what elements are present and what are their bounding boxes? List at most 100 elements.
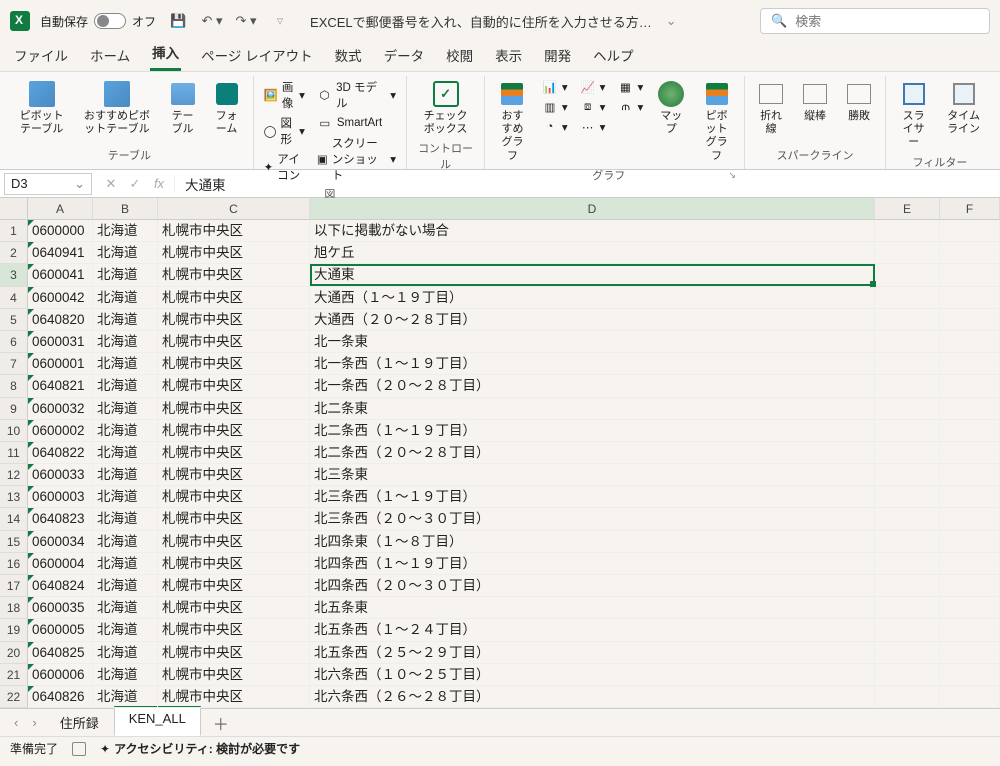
cell[interactable]: 0640825 [28, 642, 93, 664]
row-header[interactable]: 5 [0, 309, 28, 331]
sheet-tab-KEN_ALL[interactable]: KEN_ALL [114, 706, 201, 736]
cell[interactable]: 札幌市中央区 [158, 398, 310, 420]
cell[interactable]: 北海道 [93, 287, 158, 309]
redo-button[interactable]: ↷ ▾ [234, 9, 258, 33]
cell[interactable]: 0640826 [28, 686, 93, 708]
column-header-D[interactable]: D [310, 198, 875, 220]
cell[interactable] [940, 619, 1000, 641]
cell[interactable]: 北三条東 [310, 464, 875, 486]
cell[interactable]: 大通東 [310, 264, 875, 286]
checkbox-button[interactable]: ✓チェックボックス [415, 78, 476, 138]
row-header[interactable]: 18 [0, 597, 28, 619]
cell[interactable]: 北一条東 [310, 331, 875, 353]
row-header[interactable]: 6 [0, 331, 28, 353]
column-headers[interactable]: ABCDEF [28, 198, 1000, 220]
sparkline-line-button[interactable]: 折れ線 [753, 78, 789, 138]
cell[interactable] [940, 264, 1000, 286]
cell[interactable] [940, 353, 1000, 375]
cell[interactable] [940, 287, 1000, 309]
cell[interactable]: 0640820 [28, 309, 93, 331]
cell[interactable] [875, 353, 940, 375]
cell[interactable] [940, 531, 1000, 553]
cell[interactable]: 0640821 [28, 375, 93, 397]
cell[interactable]: 札幌市中央区 [158, 420, 310, 442]
toggle-off-icon[interactable] [94, 13, 126, 29]
cell[interactable]: 札幌市中央区 [158, 287, 310, 309]
autosave-toggle[interactable]: 自動保存 オフ [40, 13, 156, 30]
cell[interactable] [940, 686, 1000, 708]
cell[interactable]: 札幌市中央区 [158, 309, 310, 331]
sheet-tab-住所録[interactable]: 住所録 [45, 709, 114, 736]
cell[interactable]: 北海道 [93, 398, 158, 420]
cell[interactable]: 札幌市中央区 [158, 553, 310, 575]
sheet-nav-prev[interactable]: ‹ [8, 715, 24, 730]
cell[interactable] [875, 220, 940, 242]
cell[interactable]: 0640822 [28, 442, 93, 464]
cell[interactable]: 0600001 [28, 353, 93, 375]
qat-customize[interactable]: ▿ [268, 9, 292, 33]
row-header[interactable]: 12 [0, 464, 28, 486]
pivot-table-button[interactable]: ピボットテーブル [14, 78, 69, 138]
cell[interactable]: 北海道 [93, 508, 158, 530]
column-header-B[interactable]: B [93, 198, 158, 220]
cell[interactable]: 北四条東（１～８丁目） [310, 531, 875, 553]
cell[interactable] [940, 242, 1000, 264]
row-header[interactable]: 20 [0, 642, 28, 664]
save-button[interactable]: 💾 [166, 9, 190, 33]
cell[interactable]: 北海道 [93, 619, 158, 641]
row-header[interactable]: 22 [0, 686, 28, 708]
cell[interactable] [875, 264, 940, 286]
cell[interactable] [875, 331, 940, 353]
tab-数式[interactable]: 数式 [333, 41, 364, 71]
cell[interactable] [875, 287, 940, 309]
cell[interactable] [875, 664, 940, 686]
search-input[interactable] [795, 14, 979, 29]
box-chart-button[interactable]: ⧈▾ [578, 98, 608, 116]
shapes-button[interactable]: ◯図形 ▾ [262, 114, 307, 148]
cell[interactable]: 0640941 [28, 242, 93, 264]
column-header-C[interactable]: C [158, 198, 310, 220]
cell[interactable]: 0600033 [28, 464, 93, 486]
cell[interactable]: 以下に掲載がない場合 [310, 220, 875, 242]
cancel-formula-button[interactable]: ✕ [102, 176, 120, 192]
tab-ファイル[interactable]: ファイル [12, 41, 70, 71]
cell[interactable]: 札幌市中央区 [158, 442, 310, 464]
pie-chart-button[interactable]: ◔▾ [540, 118, 570, 136]
macro-record-icon[interactable] [72, 742, 86, 756]
cell[interactable]: 札幌市中央区 [158, 619, 310, 641]
cell[interactable]: 北一条西（１～１９丁目） [310, 353, 875, 375]
row-header[interactable]: 13 [0, 486, 28, 508]
recommended-charts-button[interactable]: おすすめグラフ [493, 78, 532, 165]
cell[interactable] [940, 375, 1000, 397]
cell[interactable]: 北海道 [93, 375, 158, 397]
cell[interactable] [940, 398, 1000, 420]
sparkline-column-button[interactable]: 縦棒 [797, 78, 833, 125]
cell[interactable]: 0640823 [28, 508, 93, 530]
cell[interactable]: 北海道 [93, 420, 158, 442]
select-all-corner[interactable] [0, 198, 28, 220]
cell[interactable] [875, 420, 940, 442]
cell[interactable]: 0640824 [28, 575, 93, 597]
cell[interactable]: 0600003 [28, 486, 93, 508]
tab-開発[interactable]: 開発 [542, 41, 573, 71]
undo-button[interactable]: ↶ ▾ [200, 9, 224, 33]
line-chart-button[interactable]: 📈▾ [578, 78, 608, 96]
cell[interactable] [875, 486, 940, 508]
row-header[interactable]: 11 [0, 442, 28, 464]
cell[interactable]: 北海道 [93, 442, 158, 464]
cell[interactable]: 0600042 [28, 287, 93, 309]
tab-校閲[interactable]: 校閲 [444, 41, 475, 71]
cell[interactable] [940, 220, 1000, 242]
cell[interactable]: 0600041 [28, 264, 93, 286]
row-header[interactable]: 15 [0, 531, 28, 553]
cell[interactable]: 北二条東 [310, 398, 875, 420]
cell[interactable]: 0600031 [28, 331, 93, 353]
row-header[interactable]: 2 [0, 242, 28, 264]
chevron-down-icon[interactable]: ⌄ [74, 176, 85, 192]
cell[interactable]: 北二条西（１～１９丁目） [310, 420, 875, 442]
cell[interactable]: 北五条西（２５～２９丁目） [310, 642, 875, 664]
row-header[interactable]: 4 [0, 287, 28, 309]
cell[interactable]: 札幌市中央区 [158, 642, 310, 664]
cell[interactable]: 北二条西（２０～２８丁目） [310, 442, 875, 464]
cell[interactable]: 札幌市中央区 [158, 331, 310, 353]
